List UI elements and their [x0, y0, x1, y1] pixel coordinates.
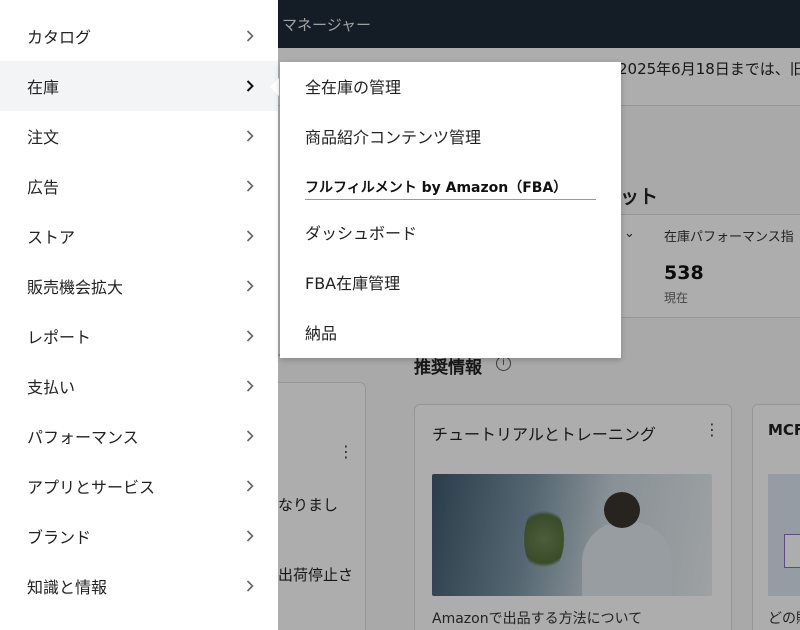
- nav-item-apps-services[interactable]: アプリとサービス: [0, 461, 278, 511]
- nav-item-stores[interactable]: ストア: [0, 211, 278, 261]
- nav-item-label: ストア: [27, 228, 76, 247]
- chevron-right-icon: [242, 328, 258, 344]
- submenu-item-manage-all-inventory[interactable]: 全在庫の管理: [280, 62, 621, 110]
- chevron-right-icon: [242, 578, 258, 594]
- nav-item-brands[interactable]: ブランド: [0, 511, 278, 561]
- nav-item-label: 知識と情報: [27, 578, 108, 597]
- chevron-right-icon: [242, 528, 258, 544]
- flyout-pointer: [270, 78, 279, 96]
- nav-item-learn[interactable]: 知識と情報: [0, 561, 278, 611]
- nav-item-label: アプリとサービス: [27, 478, 156, 497]
- inventory-submenu: 全在庫の管理 商品紹介コンテンツ管理 フルフィルメント by Amazon（FB…: [280, 62, 621, 358]
- submenu-item-fba-inventory[interactable]: FBA在庫管理: [280, 258, 621, 306]
- nav-item-reports[interactable]: レポート: [0, 311, 278, 361]
- submenu-item-shipments[interactable]: 納品: [280, 308, 621, 356]
- submenu-section-header: フルフィルメント by Amazon（FBA）: [305, 180, 568, 196]
- nav-item-label: 支払い: [27, 378, 76, 397]
- submenu-item-a-plus-content[interactable]: 商品紹介コンテンツ管理: [280, 112, 621, 160]
- nav-item-catalog[interactable]: カタログ: [0, 11, 278, 61]
- chevron-right-icon: [242, 478, 258, 494]
- nav-item-advertising[interactable]: 広告: [0, 161, 278, 211]
- chevron-right-icon: [242, 378, 258, 394]
- nav-item-label: 注文: [27, 128, 60, 147]
- nav-item-label: レポート: [27, 328, 92, 347]
- chevron-right-icon: [242, 428, 258, 444]
- nav-item-label: パフォーマンス: [27, 428, 139, 447]
- nav-item-performance[interactable]: パフォーマンス: [0, 411, 278, 461]
- nav-item-label: カタログ: [27, 28, 92, 47]
- nav-item-label: ブランド: [27, 528, 92, 547]
- submenu-item-dashboard[interactable]: ダッシュボード: [280, 208, 621, 256]
- chevron-right-icon: [242, 278, 258, 294]
- nav-item-growth[interactable]: 販売機会拡大: [0, 261, 278, 311]
- submenu-divider: [305, 199, 596, 200]
- nav-drawer: カタログ 在庫 注文 広告 ストア 販売機会拡大 レポート 支払い パフォーマン…: [0, 0, 278, 630]
- nav-item-label: 在庫: [27, 78, 60, 97]
- nav-item-label: 広告: [27, 178, 60, 197]
- nav-item-payments[interactable]: 支払い: [0, 361, 278, 411]
- chevron-right-icon: [242, 128, 258, 144]
- chevron-right-icon: [242, 228, 258, 244]
- nav-item-label: 販売機会拡大: [27, 278, 124, 297]
- nav-item-orders[interactable]: 注文: [0, 111, 278, 161]
- chevron-right-icon: [242, 28, 258, 44]
- chevron-right-icon: [242, 78, 258, 94]
- nav-item-inventory[interactable]: 在庫: [0, 61, 278, 111]
- chevron-right-icon: [242, 178, 258, 194]
